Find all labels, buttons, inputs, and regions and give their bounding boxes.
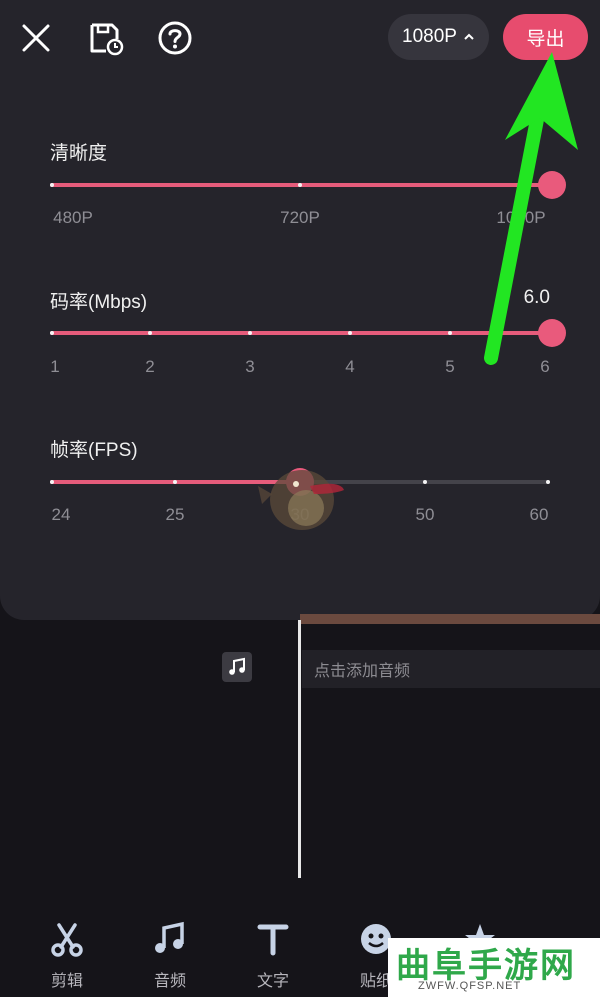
chevron-up-icon	[464, 33, 474, 40]
tool-text-label: 文字	[256, 973, 289, 990]
resolution-knob[interactable]	[538, 171, 566, 199]
bitrate-tick	[50, 331, 54, 335]
bitrate-tick-label: 4	[345, 357, 355, 376]
resolution-tick-label: 720P	[280, 208, 320, 227]
bitrate-tick-label: 5	[445, 357, 455, 376]
save-clock-icon	[90, 23, 124, 56]
framerate-tick-label: 50	[415, 505, 435, 524]
tool-edit-label: 剪辑	[50, 973, 83, 990]
resolution-dropdown[interactable]: 1080P	[388, 14, 489, 60]
resolution-slider[interactable]	[50, 171, 566, 199]
resolution-title: 清晰度	[50, 143, 108, 164]
top-bar: 1080P 导出	[0, 0, 600, 80]
bitrate-knob[interactable]	[538, 319, 566, 347]
add-audio-hint: 点击添加音频	[314, 663, 411, 680]
tool-edit[interactable]: 剪辑	[27, 917, 107, 991]
tool-audio[interactable]: 音频	[130, 917, 210, 991]
tool-audio-label: 音频	[153, 973, 186, 990]
bitrate-fill	[50, 331, 550, 335]
audio-track-button[interactable]	[222, 652, 252, 682]
resolution-tick-label: 1080P	[496, 208, 546, 227]
add-audio-track[interactable]: 点击添加音频	[302, 650, 600, 688]
resolution-tick	[298, 183, 302, 187]
help-icon	[158, 21, 192, 55]
music-note-icon	[229, 657, 245, 675]
framerate-tick	[173, 480, 177, 484]
export-button[interactable]: 导出	[503, 14, 588, 60]
bitrate-value: 6.0	[523, 287, 550, 308]
bitrate-tick	[348, 331, 352, 335]
help-button[interactable]	[155, 18, 195, 58]
bitrate-tick	[448, 331, 452, 335]
tool-text[interactable]: 文字	[233, 917, 313, 991]
site-watermark: 曲阜手游网 ZWFW.QFSP.NET	[388, 938, 600, 997]
export-label: 导出	[526, 28, 565, 50]
close-icon	[22, 24, 50, 52]
bitrate-tick-label: 2	[145, 357, 155, 376]
export-settings-panel: 1080P 导出 清晰度 480P 720P 1080P 码率(Mbps) 6.…	[0, 0, 600, 620]
bitrate-tick	[248, 331, 252, 335]
bitrate-tick-label: 1	[50, 357, 60, 376]
framerate-tick	[546, 480, 550, 484]
mascot-watermark	[258, 470, 344, 530]
scissors-icon	[51, 923, 83, 957]
framerate-tick	[50, 480, 54, 484]
watermark-url: ZWFW.QFSP.NET	[418, 980, 522, 992]
close-button[interactable]	[16, 18, 56, 58]
framerate-tick-label: 60	[529, 505, 549, 524]
resolution-tick-label: 480P	[53, 208, 93, 227]
bitrate-tick	[148, 331, 152, 335]
bitrate-title: 码率(Mbps)	[50, 292, 148, 313]
framerate-tick	[423, 480, 427, 484]
resolution-tick	[50, 183, 54, 187]
resolution-pill-label: 1080P	[402, 26, 457, 47]
framerate-title: 帧率(FPS)	[50, 440, 138, 461]
text-icon	[257, 924, 289, 956]
framerate-tick-label: 25	[165, 505, 185, 524]
bitrate-slider[interactable]	[50, 319, 566, 347]
video-thumbnail-strip[interactable]	[300, 614, 600, 624]
bitrate-tick-label: 6	[540, 357, 550, 376]
framerate-tick-label: 24	[51, 505, 71, 524]
save-draft-button[interactable]	[86, 18, 126, 58]
playhead[interactable]	[298, 620, 301, 878]
music-note-icon	[155, 921, 184, 953]
bitrate-tick-label: 3	[245, 357, 255, 376]
